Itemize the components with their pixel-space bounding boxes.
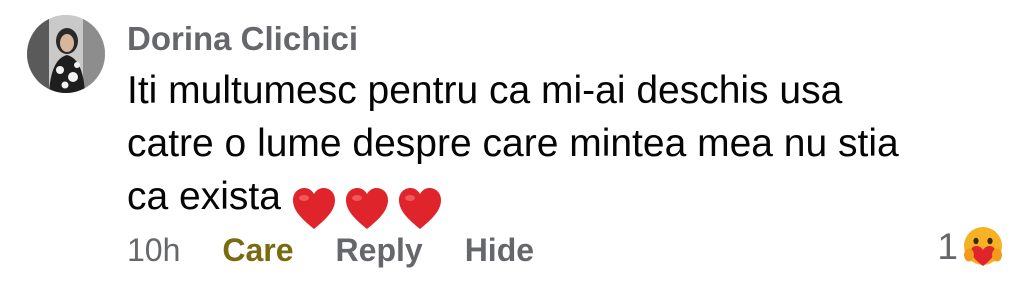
comment-text-line: Iti multumesc pentru ca mi-ai deschis us… xyxy=(127,69,843,112)
comment-actions: 10h Care Reply Hide xyxy=(127,228,534,272)
red-heart-icon xyxy=(345,187,388,229)
care-reaction-button[interactable]: Care xyxy=(222,232,293,269)
red-heart-icon xyxy=(398,187,441,229)
comment-text-line-last: ca exista xyxy=(127,170,987,233)
emoji-group xyxy=(291,180,450,233)
avatar[interactable] xyxy=(27,15,105,93)
care-emoji-icon xyxy=(964,227,1002,266)
comment-author[interactable]: Dorina Clichici xyxy=(127,20,358,58)
reaction-summary[interactable]: 1 xyxy=(937,224,1006,270)
red-heart-icon xyxy=(292,187,335,229)
comment: Dorina Clichici Iti multumesc pentru ca … xyxy=(0,0,1024,304)
hide-button[interactable]: Hide xyxy=(465,232,534,269)
comment-text: Iti multumesc pentru ca mi-ai deschis us… xyxy=(127,64,987,233)
comment-text-line: catre o lume despre care mintea mea nu s… xyxy=(127,122,899,165)
profile-photo xyxy=(27,15,105,93)
reply-button[interactable]: Reply xyxy=(336,232,423,269)
reaction-count: 1 xyxy=(937,226,958,267)
comment-timestamp[interactable]: 10h xyxy=(127,232,180,269)
comment-text-end: ca exista xyxy=(127,175,281,218)
